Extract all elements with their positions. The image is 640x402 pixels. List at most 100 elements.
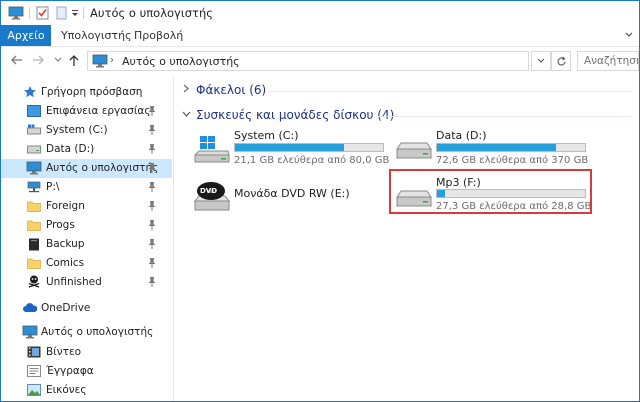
forward-arrow-icon[interactable] [31, 53, 45, 67]
tab-view[interactable]: Προβολή [134, 25, 183, 46]
sidebar-item-backup[interactable]: Backup [1, 235, 172, 254]
selection-highlight-box [389, 169, 592, 214]
sidebar-item-label: Βίντεο [46, 346, 82, 358]
computer-icon [22, 325, 38, 339]
dvd-drive-icon: DVD [193, 179, 231, 216]
sidebar-item-progs[interactable]: Progs [1, 216, 172, 235]
refresh-icon[interactable] [551, 51, 571, 71]
drive-tile-dvd-e[interactable]: DVD Μονάδα DVD RW (E:) [190, 175, 390, 219]
tab-computer[interactable]: Υπολογιστής [61, 25, 132, 46]
pin-icon[interactable] [147, 238, 157, 250]
documents-icon [26, 364, 42, 378]
sidebar-item-this-pc[interactable]: Αυτός ο υπολογιστής [1, 323, 172, 342]
drive-name: System (C:) [234, 129, 299, 142]
hard-drive-icon [396, 139, 432, 164]
drive-free-space: 21,1 GB ελεύθερα από 80,0 GB [234, 155, 390, 166]
pin-icon[interactable] [147, 200, 157, 212]
backup-icon [26, 237, 42, 251]
pin-icon[interactable] [147, 162, 157, 174]
sidebar-item-onedrive[interactable]: OneDrive [1, 299, 172, 318]
content-pane: Φάκελοι (6) Συσκευές και μονάδες δίσκου … [174, 77, 639, 401]
drive-tile-data-d[interactable]: Data (D:) 72,6 GB ελεύθερα από 370 GB [392, 127, 592, 171]
video-icon [26, 345, 42, 359]
sidebar-item-videos[interactable]: Βίντεο [1, 343, 172, 362]
pin-icon[interactable] [147, 181, 157, 193]
sidebar-item-data-d[interactable]: Data (D:) [1, 140, 172, 159]
properties-check-icon[interactable] [34, 5, 50, 21]
group-header-devices[interactable]: Συσκευές και μονάδες δίσκου (4) [182, 108, 394, 122]
capacity-bar-fill [235, 144, 344, 151]
new-folder-icon[interactable] [54, 5, 68, 21]
capacity-bar [234, 143, 384, 152]
pin-icon[interactable] [147, 143, 157, 155]
qa-separator [29, 7, 30, 19]
breadcrumb-path[interactable]: Αυτός ο υπολογιστής [122, 55, 240, 68]
windows-drive-icon [194, 135, 230, 168]
chevron-right-icon[interactable] [182, 84, 192, 96]
pictures-icon [26, 383, 42, 397]
up-arrow-icon[interactable] [67, 53, 81, 67]
sidebar-item-label: Backup [46, 238, 85, 250]
group-divider [268, 91, 632, 92]
expand-ribbon-icon[interactable] [623, 29, 635, 41]
folder-icon [26, 218, 42, 232]
address-history-chevron-icon[interactable] [531, 51, 551, 71]
network-drive-icon [26, 180, 42, 194]
drive-tile-system-c[interactable]: System (C:) 21,1 GB ελεύθερα από 80,0 GB [190, 127, 390, 171]
sidebar-item-unfinished[interactable]: Unfinished [1, 273, 172, 292]
folder-icon [26, 256, 42, 270]
star-icon [22, 85, 38, 99]
pin-icon[interactable] [147, 105, 157, 117]
search-input[interactable] [578, 52, 638, 70]
explorer-window: Αυτός ο υπολογιστής Αρχείο Υπολογιστής Π… [0, 0, 640, 402]
sidebar-item-foreign[interactable]: Foreign [1, 197, 172, 216]
group-header-folders[interactable]: Φάκελοι (6) [182, 83, 266, 97]
sidebar-item-documents[interactable]: Έγγραφα [1, 362, 172, 381]
pin-icon[interactable] [147, 276, 157, 288]
search-box[interactable] [577, 51, 639, 71]
sidebar-item-label: Foreign [46, 200, 85, 212]
address-field[interactable]: › Αυτός ο υπολογιστής [87, 51, 529, 71]
title-bar: Αυτός ο υπολογιστής [1, 1, 639, 25]
hard-drive-icon [26, 142, 42, 156]
pirate-folder-icon [26, 274, 42, 288]
sidebar-item-label: Data (D:) [46, 143, 95, 155]
pin-icon[interactable] [147, 257, 157, 269]
title-separator [83, 7, 84, 19]
sidebar-item-pictures[interactable]: Εικόνες [1, 381, 172, 400]
chevron-down-icon[interactable] [182, 110, 192, 121]
pin-icon[interactable] [147, 124, 157, 136]
customize-dropdown-icon[interactable] [69, 5, 81, 21]
computer-icon[interactable] [7, 5, 25, 21]
tab-file[interactable]: Αρχείο [1, 25, 51, 46]
sidebar-item-label: Unfinished [46, 276, 102, 288]
pin-icon[interactable] [147, 219, 157, 231]
svg-text:DVD: DVD [200, 187, 217, 195]
breadcrumb-chevron-icon[interactable]: › [110, 55, 114, 66]
sidebar-item-desktop[interactable]: Επιφάνεια εργασίας [1, 102, 172, 121]
back-arrow-icon[interactable] [9, 53, 23, 67]
drive-name: Μονάδα DVD RW (E:) [234, 187, 350, 200]
sidebar-item-comics[interactable]: Comics [1, 254, 172, 273]
sidebar-item-p-drive[interactable]: P:\ [1, 178, 172, 197]
drive-name: Data (D:) [436, 129, 487, 142]
folder-icon [26, 199, 42, 213]
group-label: Συσκευές και μονάδες δίσκου (4) [196, 108, 395, 122]
sidebar-item-label: OneDrive [41, 302, 91, 314]
sidebar-item-system-c[interactable]: System (C:) [1, 121, 172, 140]
computer-icon [26, 161, 42, 175]
recent-locations-chevron-icon[interactable] [51, 53, 65, 67]
sidebar-item-quick-access[interactable]: Γρήγορη πρόσβαση [1, 83, 172, 102]
sidebar-item-label: Επιφάνεια εργασίας [46, 105, 151, 117]
sidebar-item-label: Έγγραφα [46, 365, 94, 377]
cloud-icon [22, 301, 38, 315]
computer-icon [92, 54, 108, 71]
sidebar-item-label: Γρήγορη πρόσβαση [41, 86, 143, 98]
system-drive-icon [26, 123, 42, 137]
ribbon-tabs: Αρχείο Υπολογιστής Προβολή [1, 25, 639, 47]
capacity-bar [436, 143, 586, 152]
sidebar-item-this-pc-pinned[interactable]: Αυτός ο υπολογιστής [1, 159, 172, 178]
sidebar-item-label: P:\ [46, 181, 60, 193]
desktop-icon [26, 104, 42, 118]
window-title: Αυτός ο υπολογιστής [90, 6, 213, 20]
